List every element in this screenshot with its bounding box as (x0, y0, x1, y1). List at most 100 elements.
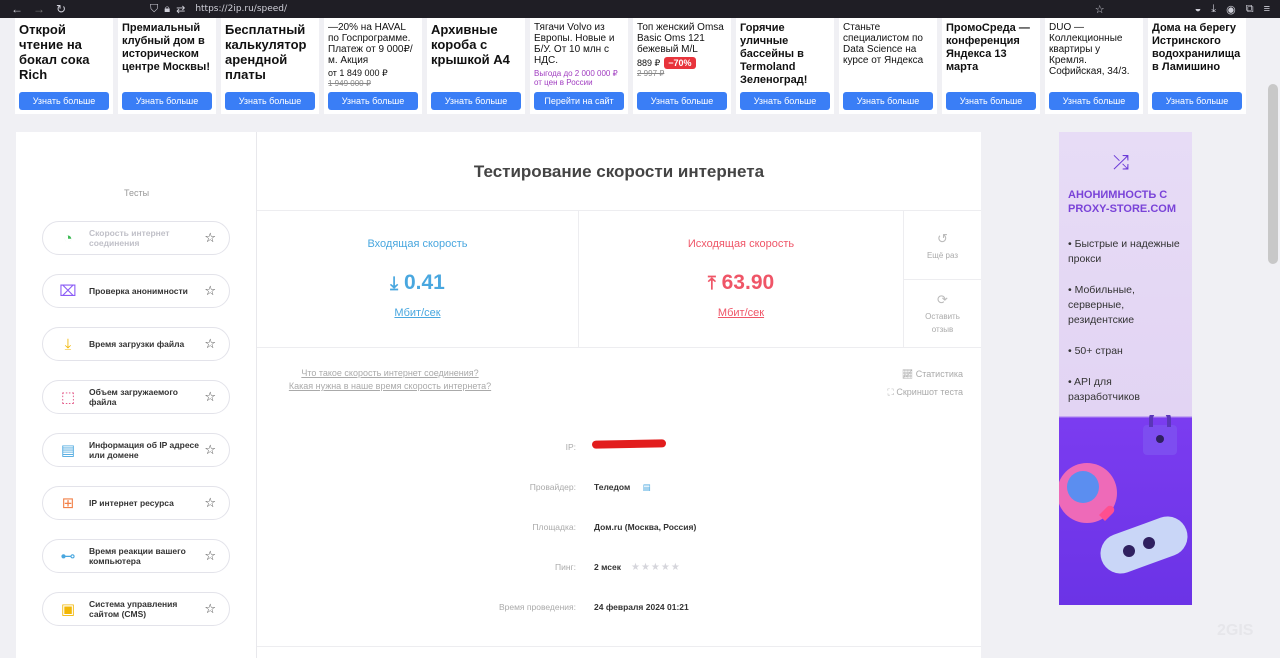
comment-icon[interactable]: ▤ (643, 482, 651, 492)
link-what-speed-needed[interactable]: Какая нужна в наше время скорость интерн… (275, 380, 505, 393)
ad-promo: Выгода до 2 000 000 ₽ от цен в России (534, 69, 618, 87)
favorite-star-icon[interactable]: ☆ (204, 495, 216, 511)
extensions-icon[interactable]: ⧉ (1246, 3, 1254, 16)
retry-button[interactable]: ↺ Ещё раз (904, 231, 981, 260)
ad-card[interactable]: Архивные короба с крышкой А4 Узнать больш… (427, 18, 525, 114)
redacted-ip (591, 439, 667, 449)
sidebar-item[interactable]: ⊞ IP интернет ресурса ☆ (42, 486, 230, 520)
menu-icon[interactable]: ≡ (1264, 3, 1270, 15)
info-value: 2 мсек ★★★★★ (594, 562, 681, 573)
watermark: 2GIS (1217, 622, 1254, 639)
page-title: Тестирование скорости интернета (473, 162, 765, 181)
favorite-star-icon[interactable]: ☆ (204, 283, 216, 299)
sidebar-item-label: Объем загружаемого файла (89, 387, 178, 407)
ad-card[interactable]: Открой чтение на бокал сока Rich Узнать б… (15, 18, 113, 114)
ad-button[interactable]: Узнать больше (225, 92, 315, 110)
ad-card[interactable]: Премиальный клубный дом в историческом ц… (118, 18, 216, 114)
account-icon[interactable]: ◉ (1226, 3, 1236, 16)
sidebar-item-label: Время реакции вашего компьютера (89, 546, 186, 566)
statistics-link[interactable]: 📈︎ Статистика (888, 365, 963, 383)
ad-card[interactable]: Бесплатный калькулятор арендной платы Узн… (221, 18, 319, 114)
result-tools: 📈︎ Статистика ⛶ Скриншот теста (888, 365, 963, 401)
upload-unit[interactable]: Мбит/сек (579, 307, 903, 319)
upload-arrow-icon: ⤒ (707, 273, 716, 293)
sidebar-item[interactable]: ⤓ Время загрузки файла ☆ (42, 327, 230, 361)
ad-card[interactable]: DUO — Коллекционные квартиры у Кремля. С… (1045, 18, 1143, 114)
sidebar-header: Тесты (123, 188, 150, 198)
ad-button[interactable]: Узнать больше (431, 92, 521, 110)
download-number: 0.41 (403, 271, 445, 294)
info-row-time: Время проведения: 24 февраля 2024 01:21 (257, 602, 981, 616)
ad-card[interactable]: Тягачи Volvo из Европы. Новые и Б/У. От … (530, 18, 628, 114)
rating-stars[interactable]: ★★★★★ (631, 562, 681, 573)
ad-button[interactable]: Перейти на сайт (534, 92, 624, 110)
screenshot-link[interactable]: ⛶ Скриншот теста (888, 383, 963, 401)
url-text[interactable]: https://2ip.ru/speed/ (195, 4, 287, 14)
upload-value: ⤒ 63.90 (579, 271, 903, 295)
sidebar-item[interactable]: ▤ Информация об IP адресе или домене ☆ (42, 433, 230, 467)
ad-button[interactable]: Узнать больше (1049, 92, 1139, 110)
ad-button[interactable]: Узнать больше (1152, 92, 1242, 110)
retry-label: Ещё раз (926, 251, 959, 260)
ad-button[interactable]: Узнать больше (328, 92, 418, 110)
ad-card[interactable]: ПромоСреда — конференция Яндекса 13 март… (942, 18, 1040, 114)
ad-title: Премиальный клубный дом в историческом ц… (122, 22, 210, 73)
ad-button[interactable]: Узнать больше (19, 92, 109, 110)
pocket-icon[interactable]: ◒ (1195, 3, 1202, 15)
sidebar-item[interactable]: ▣ Система управления сайтом (CMS) ☆ (42, 592, 230, 626)
ad-price: 889 ₽ −70% (637, 57, 727, 69)
bullet: • API для разработчиков (1068, 376, 1140, 403)
ad-button[interactable]: Узнать больше (740, 92, 830, 110)
page-scrollbar[interactable] (1268, 84, 1278, 264)
favorite-star-icon[interactable]: ☆ (204, 601, 216, 617)
link-what-is-speed[interactable]: Что такое скорость интернет соединения? (275, 367, 505, 380)
ad-button[interactable]: Узнать больше (843, 92, 933, 110)
favorite-star-icon[interactable]: ☆ (204, 548, 216, 564)
favorite-star-icon[interactable]: ☆ (204, 442, 216, 458)
ad-card[interactable]: Станьте специалистом по Data Science на … (839, 18, 937, 114)
bullet: • Быстрые и надежные прокси (1068, 238, 1180, 265)
upload-number: 63.90 (721, 271, 775, 294)
ad-title: Горячие уличные бассейны в Termoland Зел… (740, 22, 808, 86)
proxy-ad-bullets: • Быстрые и надежные прокси • Мобильные,… (1068, 237, 1186, 421)
feedback-icon: ⟳ (937, 292, 948, 307)
favorite-star-icon[interactable]: ☆ (204, 389, 216, 405)
sidebar-item[interactable]: ⬚ Объем загружаемого файла ☆ (42, 380, 230, 414)
info-value: Теледом ▤ (594, 482, 651, 493)
bullet: • Мобильные, серверные, резидентские (1068, 284, 1135, 326)
anonymity-icon: ⌧ (59, 283, 77, 300)
back-icon[interactable]: ← (10, 2, 24, 16)
sidebar-item-label: Проверка анонимности (89, 286, 188, 296)
ad-card[interactable]: Горячие уличные бассейны в Termoland Зел… (736, 18, 834, 114)
ad-title: DUO — Коллекционные квартиры у Кремля. С… (1049, 22, 1130, 77)
ping-value: 2 мсек (594, 562, 621, 572)
shield-icon[interactable]: ⛉ (150, 3, 158, 16)
ad-strip: Открой чтение на бокал сока Rich Узнать б… (15, 18, 1255, 114)
download-icon[interactable]: ⤓ (1211, 3, 1216, 16)
lock-icon[interactable]: 🔒︎ (164, 3, 170, 16)
reload-icon[interactable]: ↻ (54, 2, 68, 16)
ad-card[interactable]: Топ женский Omsa Basic Oms 121 бежевый M… (633, 18, 731, 114)
bookmark-star-icon[interactable]: ☆ (1095, 3, 1105, 16)
ad-button[interactable]: Узнать больше (637, 92, 727, 110)
ad-card[interactable]: Дома на берегу Истринского водохранилища… (1148, 18, 1246, 114)
feedback-button[interactable]: ⟳ Оставить отзыв (904, 293, 981, 336)
sidebar-item[interactable]: ⌧ Проверка анонимности ☆ (42, 274, 230, 308)
ad-old-price: 2 997 ₽ (637, 69, 665, 78)
favorite-star-icon[interactable]: ☆ (204, 230, 216, 246)
info-row-site: Площадка: Дом.ru (Москва, Россия) (257, 522, 981, 536)
sidebar-item[interactable]: ◔ Скорость интернет соединения ☆ (42, 221, 230, 255)
download-unit[interactable]: Мбит/сек (257, 307, 578, 319)
help-links: Что такое скорость интернет соединения? … (275, 367, 505, 393)
bullet: • 50+ стран (1068, 345, 1123, 357)
web-resource-icon: ⊞ (61, 495, 75, 512)
ad-button[interactable]: Узнать больше (946, 92, 1036, 110)
ad-button[interactable]: Узнать больше (122, 92, 212, 110)
sidebar-item[interactable]: ⊷ Время реакции вашего компьютера ☆ (42, 539, 230, 573)
permissions-icon[interactable]: ⇄ (176, 3, 185, 16)
favorite-star-icon[interactable]: ☆ (204, 336, 216, 352)
address-bar[interactable]: ⛉ 🔒︎ ⇄ https://2ip.ru/speed/ (150, 0, 1095, 18)
forward-icon[interactable]: → (32, 2, 46, 16)
ad-card[interactable]: —20% на HAVAL по Госпрограмме. Платеж от… (324, 18, 422, 114)
proxy-ad-banner[interactable]: ⤮ АНОНИМНОСТЬ С PROXY-STORE.COM • Быстры… (1059, 132, 1192, 605)
